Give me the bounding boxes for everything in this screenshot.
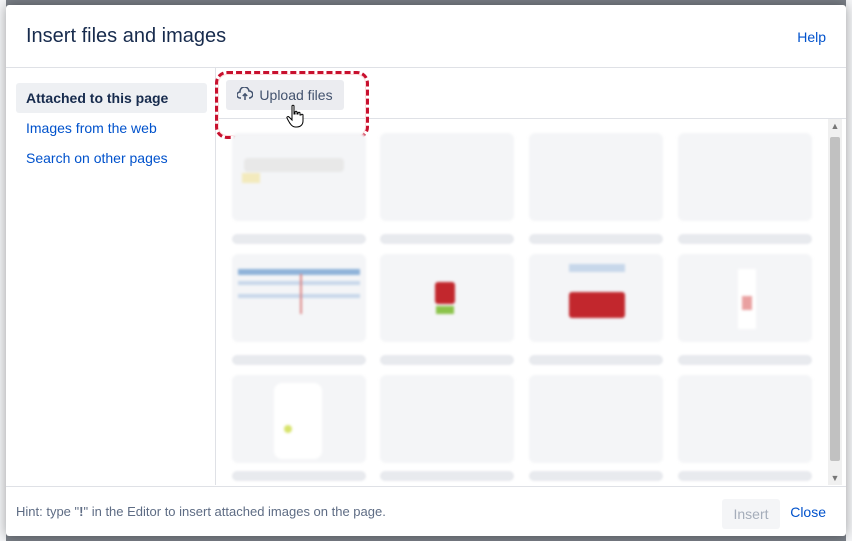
attachment-filename: [529, 355, 663, 365]
attachment-thumbnail[interactable]: [678, 254, 812, 342]
attachment-thumbnail[interactable]: [529, 254, 663, 342]
attachment-thumbnail[interactable]: [232, 375, 366, 463]
attachment-filename: [529, 471, 663, 481]
attachment-filename: [232, 355, 366, 365]
scroll-down-arrow-icon[interactable]: ▼: [830, 473, 840, 483]
attachment-thumbnail[interactable]: [529, 133, 663, 221]
scroll-up-arrow-icon[interactable]: ▲: [830, 121, 840, 131]
dialog-title: Insert files and images: [26, 25, 227, 47]
page-backdrop-right: [846, 0, 852, 541]
attachment-filename: [232, 234, 366, 244]
grid-scrollbar[interactable]: ▲ ▼: [828, 119, 842, 485]
attachment-filename: [380, 355, 514, 365]
source-sidebar: Attached to this page Images from the we…: [6, 68, 216, 485]
hint-prefix: Hint: type ": [16, 504, 80, 519]
insert-button[interactable]: Insert: [722, 499, 780, 529]
close-button[interactable]: Close: [790, 504, 826, 520]
sidebar-item-attached[interactable]: Attached to this page: [16, 83, 207, 113]
sidebar-item-web-images[interactable]: Images from the web: [16, 113, 207, 143]
attachment-thumbnail[interactable]: [678, 375, 812, 463]
editor-hint: Hint: type "!" in the Editor to insert a…: [16, 504, 386, 519]
insert-files-dialog: Insert files and images Help Attached to…: [6, 5, 846, 536]
attachment-filename: [678, 471, 812, 481]
attachment-thumbnail[interactable]: [529, 375, 663, 463]
cloud-upload-icon: [236, 85, 254, 104]
dialog-header: Insert files and images Help: [6, 5, 846, 68]
hint-suffix: " in the Editor to insert attached image…: [83, 504, 386, 519]
attachment-filename: [678, 234, 812, 244]
attachment-thumbnail[interactable]: [380, 133, 514, 221]
attachment-thumbnail[interactable]: [232, 254, 366, 342]
scrollbar-thumb[interactable]: [830, 137, 840, 461]
attachment-thumbnail[interactable]: [232, 133, 366, 221]
dialog-footer: Hint: type "!" in the Editor to insert a…: [6, 486, 846, 537]
sidebar-item-search-pages[interactable]: Search on other pages: [16, 143, 207, 173]
upload-files-label: Upload files: [259, 87, 333, 103]
attachment-filename: [678, 355, 812, 365]
upload-toolbar: Upload files: [215, 68, 846, 139]
attachment-filename: [380, 234, 514, 244]
upload-files-button[interactable]: Upload files: [226, 80, 344, 110]
attachments-grid: [216, 119, 826, 485]
attachment-thumbnail[interactable]: [678, 133, 812, 221]
attachment-filename: [529, 234, 663, 244]
attachment-thumbnail[interactable]: [380, 375, 514, 463]
help-link[interactable]: Help: [797, 29, 826, 45]
attachment-filename: [380, 471, 514, 481]
attachment-filename: [232, 471, 366, 481]
attachment-thumbnail[interactable]: [380, 254, 514, 342]
